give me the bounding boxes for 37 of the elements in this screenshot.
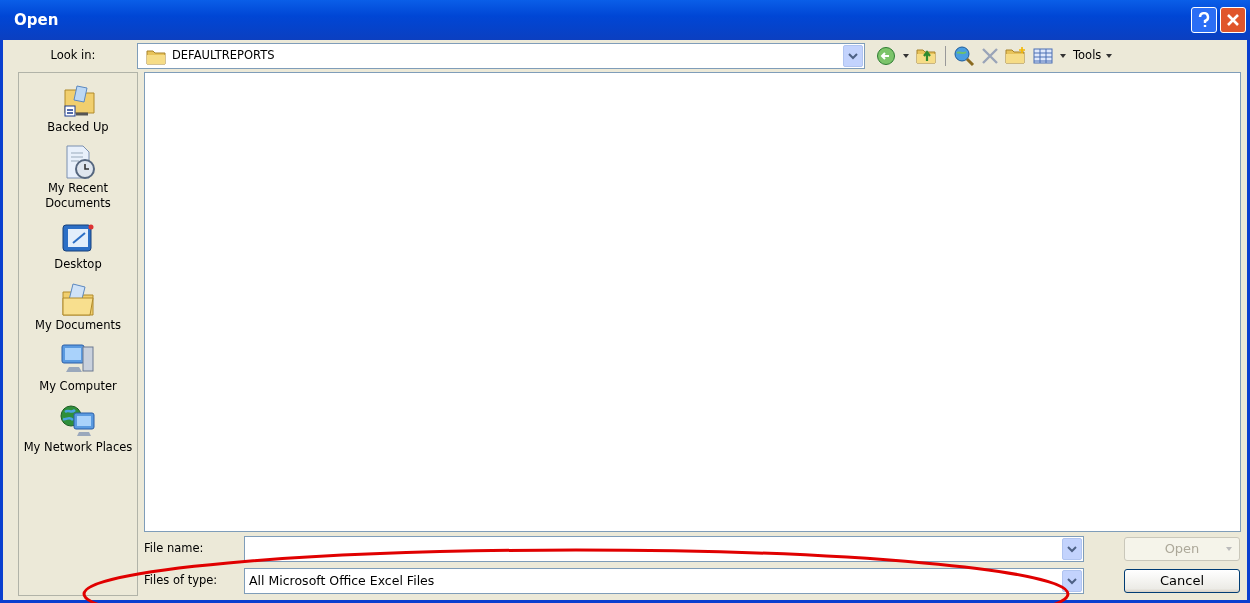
folder-up-icon [916,46,938,66]
places-item[interactable]: Backed Up [46,81,110,136]
folder-icon [146,47,166,65]
caret-icon [1059,53,1067,59]
files-of-type-dropdown[interactable]: All Microsoft Office Excel Files [244,568,1084,594]
chevron-icon [848,52,858,60]
help-icon [1198,12,1210,28]
look-in-dropdown[interactable]: DEFAULTREPORTS [137,43,865,69]
dropdown-button[interactable] [1062,570,1082,592]
dropdown-button[interactable] [843,45,863,67]
delete-icon [981,47,999,65]
tools-menu[interactable]: Tools [1070,44,1117,68]
caret-icon [1225,546,1233,552]
help-button[interactable] [1191,7,1217,33]
chevron-icon [1067,545,1077,553]
look-in-value: DEFAULTREPORTS [172,47,276,65]
places-item[interactable]: My Computer [38,340,118,395]
documents-folder-icon [59,280,97,318]
caret-icon [1105,53,1114,59]
close-button[interactable] [1220,7,1246,33]
window-title: Open [14,9,60,31]
places-item[interactable]: My Documents [34,279,122,334]
places-item[interactable]: My Recent Documents [21,142,135,212]
new-folder-icon [1005,46,1027,66]
globe-search-icon [953,45,975,67]
look-in-label: Look in: [49,47,97,65]
dropdown-button[interactable] [1062,538,1082,560]
places-item[interactable]: Desktop [53,218,103,273]
close-icon [1226,13,1240,27]
places-item[interactable]: My Network Places [22,401,134,456]
file-name-label: File name: [144,540,205,558]
views-grid-icon [1033,48,1053,64]
chevron-icon [1067,577,1077,585]
file-name-field[interactable] [244,536,1084,562]
cancel-button[interactable]: Cancel [1124,569,1240,593]
caret-icon [902,53,910,59]
files-of-type-label: Files of type: [144,572,219,590]
